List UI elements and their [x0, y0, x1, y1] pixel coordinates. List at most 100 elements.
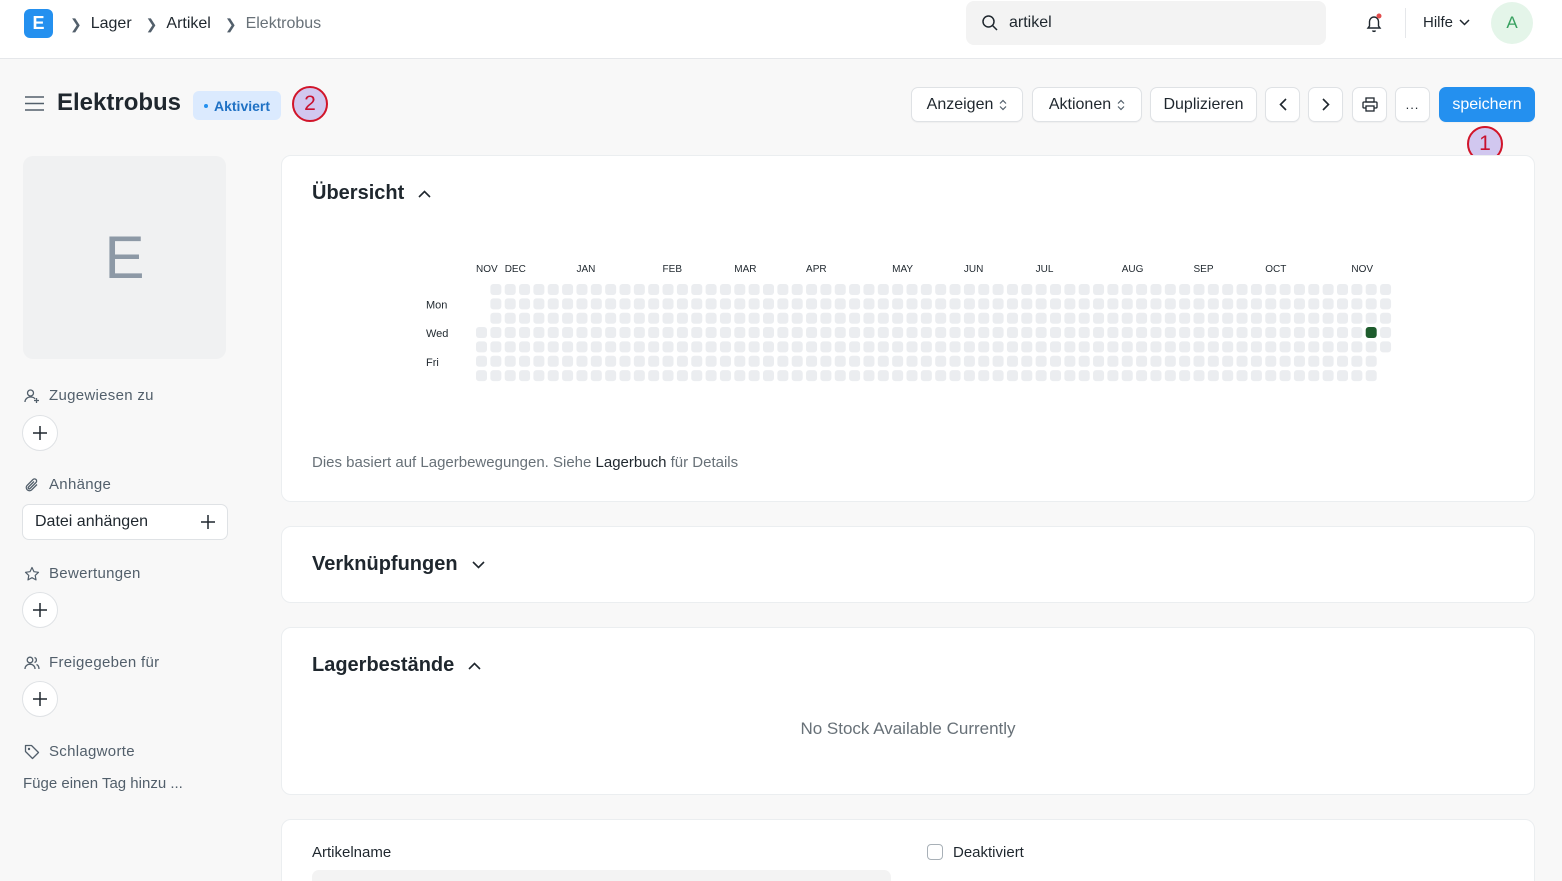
heatmap-cell[interactable] — [1150, 312, 1162, 324]
heatmap-cell[interactable] — [1365, 298, 1377, 310]
help-dropdown[interactable]: Hilfe — [1423, 14, 1470, 31]
heatmap-cell[interactable] — [504, 355, 516, 367]
heatmap-cell[interactable] — [662, 284, 674, 295]
heatmap-cell[interactable] — [1236, 355, 1248, 367]
heatmap-cell[interactable] — [906, 370, 918, 382]
heatmap-cell[interactable] — [1121, 298, 1133, 310]
notification-bell-icon[interactable] — [1362, 11, 1386, 35]
heatmap-cell[interactable] — [1222, 284, 1234, 295]
heatmap-cell[interactable] — [476, 327, 487, 339]
heatmap-cell[interactable] — [1093, 298, 1105, 310]
heatmap-cell[interactable] — [906, 312, 918, 324]
heatmap-cell[interactable] — [662, 327, 674, 339]
breadcrumb-lager[interactable]: Lager — [91, 15, 132, 33]
heatmap-cell[interactable] — [1193, 327, 1205, 339]
heatmap-cell[interactable] — [1164, 341, 1176, 353]
heatmap-cell[interactable] — [1150, 341, 1162, 353]
heatmap-cell[interactable] — [1193, 341, 1205, 353]
heatmap-cell[interactable] — [1265, 298, 1277, 310]
heatmap-cell[interactable] — [1265, 327, 1277, 339]
heatmap-cell[interactable] — [705, 284, 717, 295]
heatmap-cell[interactable] — [1207, 312, 1219, 324]
heatmap-cell[interactable] — [504, 341, 516, 353]
heatmap-cell[interactable] — [1164, 355, 1176, 367]
heatmap-cell[interactable] — [963, 298, 975, 310]
heatmap-cell[interactable] — [978, 312, 990, 324]
heatmap-cell[interactable] — [476, 355, 487, 367]
heatmap-cell[interactable] — [619, 370, 631, 382]
heatmap-cell[interactable] — [892, 298, 904, 310]
heatmap-cell[interactable] — [490, 341, 502, 353]
heatmap-cell[interactable] — [562, 341, 574, 353]
heatmap-cell[interactable] — [1207, 327, 1219, 339]
heatmap-cell[interactable] — [935, 327, 947, 339]
heatmap-cell[interactable] — [748, 298, 760, 310]
heatmap-cell[interactable] — [949, 355, 961, 367]
attach-file-button[interactable]: Datei anhängen — [22, 504, 228, 540]
heatmap-cell[interactable] — [547, 284, 559, 295]
heatmap-cell[interactable] — [935, 355, 947, 367]
heatmap-cell[interactable] — [1222, 370, 1234, 382]
connections-header[interactable]: Verknüpfungen — [312, 553, 485, 576]
heatmap-cell[interactable] — [763, 327, 774, 339]
heatmap-cell[interactable] — [791, 355, 803, 367]
heatmap-cell[interactable] — [619, 341, 631, 353]
heatmap-cell[interactable] — [1164, 312, 1176, 324]
heatmap-cell[interactable] — [490, 355, 502, 367]
heatmap-cell[interactable] — [877, 284, 889, 295]
heatmap-cell[interactable] — [1279, 284, 1291, 295]
heatmap-cell[interactable] — [935, 284, 947, 295]
heatmap-cell[interactable] — [1365, 341, 1377, 353]
heatmap-cell[interactable] — [1179, 284, 1191, 295]
heatmap-cell[interactable] — [978, 341, 990, 353]
heatmap-cell[interactable] — [1021, 298, 1033, 310]
heatmap-cell[interactable] — [1021, 312, 1033, 324]
heatmap-cell[interactable] — [576, 298, 588, 310]
heatmap-cell[interactable] — [834, 355, 846, 367]
heatmap-cell[interactable] — [1193, 284, 1205, 295]
heatmap-cell[interactable] — [605, 284, 617, 295]
heatmap-cell[interactable] — [863, 355, 875, 367]
breadcrumb-current[interactable]: Elektrobus — [246, 15, 322, 33]
heatmap-cell[interactable] — [920, 370, 932, 382]
heatmap-cell[interactable] — [1050, 327, 1061, 339]
heatmap-cell[interactable] — [1365, 312, 1377, 324]
heatmap-cell[interactable] — [906, 298, 918, 310]
heatmap-cell[interactable] — [791, 370, 803, 382]
heatmap-cell[interactable] — [834, 327, 846, 339]
search-bar[interactable] — [966, 1, 1326, 45]
heatmap-cell[interactable] — [1164, 284, 1176, 295]
heatmap-cell[interactable] — [849, 370, 861, 382]
heatmap-cell[interactable] — [734, 341, 746, 353]
heatmap-cell[interactable] — [1150, 327, 1162, 339]
heatmap-cell[interactable] — [949, 341, 961, 353]
item-name-input[interactable] — [312, 870, 891, 881]
heatmap-cell[interactable] — [1351, 284, 1363, 295]
heatmap-cell[interactable] — [1250, 312, 1262, 324]
heatmap-cell[interactable] — [490, 298, 502, 310]
heatmap-cell[interactable] — [1121, 355, 1133, 367]
heatmap-cell[interactable] — [1337, 370, 1348, 382]
heatmap-cell[interactable] — [863, 370, 875, 382]
heatmap-cell[interactable] — [1293, 284, 1305, 295]
heatmap-cell[interactable] — [777, 298, 789, 310]
heatmap-cell[interactable] — [978, 355, 990, 367]
heatmap-cell[interactable] — [1107, 355, 1119, 367]
heatmap-cell[interactable] — [719, 284, 731, 295]
heatmap-cell[interactable] — [1380, 341, 1392, 353]
heatmap-cell[interactable] — [1337, 284, 1348, 295]
heatmap-cell[interactable] — [719, 355, 731, 367]
heatmap-cell[interactable] — [1107, 341, 1119, 353]
heatmap-cell[interactable] — [1365, 284, 1377, 295]
heatmap-cell[interactable] — [1050, 312, 1061, 324]
heatmap-cell[interactable] — [519, 327, 531, 339]
heatmap-cell[interactable] — [1337, 298, 1348, 310]
heatmap-cell[interactable] — [1107, 298, 1119, 310]
heatmap-cell[interactable] — [806, 341, 818, 353]
heatmap-cell[interactable] — [1035, 312, 1047, 324]
heatmap-cell[interactable] — [849, 312, 861, 324]
heatmap-cell[interactable] — [1207, 341, 1219, 353]
heatmap-cell[interactable] — [633, 312, 645, 324]
heatmap-cell[interactable] — [806, 284, 818, 295]
heatmap-cell[interactable] — [763, 341, 774, 353]
